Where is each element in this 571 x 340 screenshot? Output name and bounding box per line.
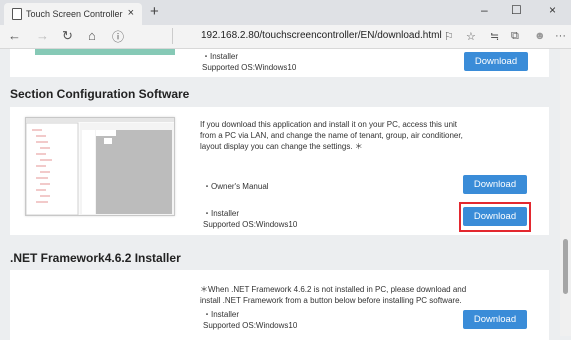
- config-software-screenshot: [25, 117, 175, 216]
- scrollbar-thumb[interactable]: [563, 239, 568, 294]
- forward-icon[interactable]: →: [36, 28, 49, 43]
- site-info-icon[interactable]: ⓘ: [112, 28, 124, 45]
- browser-chrome: Touch Screen Controller × + – ☐ × ← → ↻ …: [0, 0, 571, 49]
- address-bar[interactable]: 192.168.2.80/touchscreencontroller/EN/do…: [172, 28, 467, 44]
- refresh-icon[interactable]: ↻: [62, 28, 73, 44]
- screenshot-image: [25, 118, 174, 216]
- section-net-title: .NET Framework4.6.2 Installer: [10, 251, 181, 265]
- tab-touch-screen-controller[interactable]: Touch Screen Controller ×: [4, 3, 142, 25]
- description-line: from a PC via LAN, and change the name o…: [200, 131, 463, 140]
- minimize-icon[interactable]: –: [481, 3, 488, 17]
- note-line: ＊When .NET Framework 4.6.2 is not instal…: [200, 285, 467, 294]
- top-installer-label: ・Installer: [202, 52, 239, 61]
- page-icon: [12, 8, 22, 20]
- favorites-icon[interactable]: ≒: [490, 30, 499, 43]
- top-screenshot-thumbnail: [35, 49, 175, 55]
- new-tab-icon[interactable]: +: [150, 4, 159, 19]
- section-net-panel: ＊When .NET Framework 4.6.2 is not instal…: [10, 270, 549, 340]
- read-aloud-icon[interactable]: ⚐: [444, 30, 454, 43]
- top-download-button[interactable]: Download: [464, 52, 528, 71]
- description-line: If you download this application and ins…: [200, 120, 458, 129]
- section-config-title: Section Configuration Software: [10, 87, 190, 101]
- note-line: install .NET Framework from a button bel…: [200, 296, 462, 305]
- owners-manual-label: ・Owner's Manual: [203, 182, 269, 191]
- tab-bar: Touch Screen Controller × + – ☐ ×: [0, 0, 571, 25]
- highlight-box: [459, 202, 531, 232]
- top-panel: ・Installer Supported OS:Windows10 Downlo…: [10, 49, 549, 77]
- favorite-icon[interactable]: ☆: [466, 30, 476, 43]
- description-line: layout display you can change the settin…: [200, 142, 363, 151]
- config-supported-os: Supported OS:Windows10: [203, 220, 298, 229]
- close-window-icon[interactable]: ×: [549, 3, 556, 17]
- net-note: ＊When .NET Framework 4.6.2 is not instal…: [200, 284, 500, 306]
- page-content: ・Installer Supported OS:Windows10 Downlo…: [0, 49, 560, 340]
- net-installer-label: ・Installer: [203, 310, 240, 319]
- menu-icon[interactable]: ···: [555, 30, 566, 42]
- net-supported-os: Supported OS:Windows10: [203, 321, 298, 330]
- section-config-description: If you download this application and ins…: [200, 119, 500, 152]
- manual-download-button[interactable]: Download: [463, 175, 527, 194]
- nav-row: ← → ↻ ⌂ ⓘ 192.168.2.80/touchscreencontro…: [0, 26, 571, 48]
- tab-close-icon[interactable]: ×: [128, 7, 134, 19]
- config-installer-label: ・Installer: [203, 209, 240, 218]
- home-icon[interactable]: ⌂: [88, 28, 96, 43]
- net-download-button[interactable]: Download: [463, 310, 527, 329]
- profile-icon[interactable]: ☻: [534, 30, 546, 42]
- vertical-scrollbar[interactable]: [560, 49, 571, 336]
- tab-title: Touch Screen Controller: [26, 9, 123, 19]
- collections-icon[interactable]: ⧉: [511, 30, 519, 43]
- top-supported-os: Supported OS:Windows10: [202, 63, 297, 72]
- maximize-icon[interactable]: ☐: [511, 3, 522, 17]
- back-icon[interactable]: ←: [8, 28, 21, 43]
